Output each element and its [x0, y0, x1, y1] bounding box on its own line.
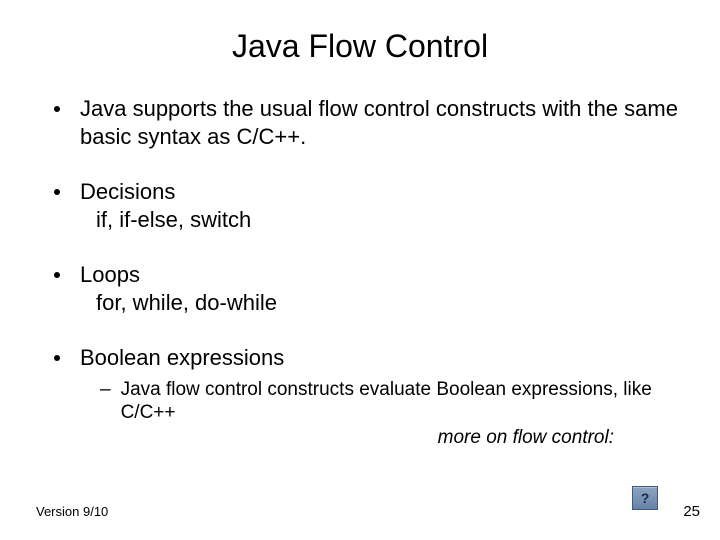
dash-icon: – — [100, 378, 111, 402]
bullet-item: Decisions — [54, 178, 684, 206]
sub-bullet-item: – Java flow control constructs evaluate … — [100, 378, 684, 426]
sub-bullet-text: Java flow control constructs evaluate Bo… — [121, 378, 684, 426]
bullet-dot-icon — [54, 189, 60, 195]
bullet-text: Decisions — [80, 178, 684, 206]
bullet-item: Boolean expressions — [54, 344, 684, 372]
slide-content: Java supports the usual flow control con… — [54, 95, 684, 449]
bullet-dot-icon — [54, 272, 60, 278]
bullet-dot-icon — [54, 355, 60, 361]
version-label: Version 9/10 — [36, 504, 108, 519]
page-number: 25 — [683, 503, 700, 520]
bullet-item: Loops — [54, 261, 684, 289]
bullet-dot-icon — [54, 106, 60, 112]
bullet-subtext: if, if-else, switch — [96, 206, 684, 234]
more-note: more on flow control: — [54, 427, 614, 449]
bullet-text: Loops — [80, 261, 684, 289]
bullet-subtext: for, while, do-while — [96, 289, 684, 317]
bullet-item: Java supports the usual flow control con… — [54, 95, 684, 150]
slide-footer: Version 9/10 25 — [36, 503, 700, 520]
bullet-text: Java supports the usual flow control con… — [80, 95, 684, 150]
slide-title: Java Flow Control — [36, 28, 684, 65]
bullet-text: Boolean expressions — [80, 344, 684, 372]
